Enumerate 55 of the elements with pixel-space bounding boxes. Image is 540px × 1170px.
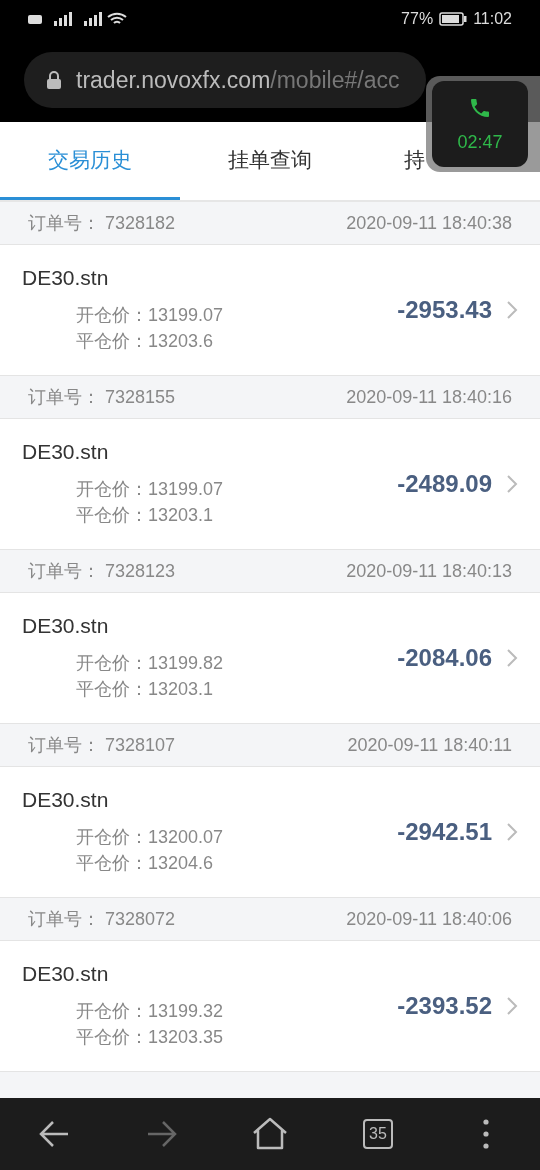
more-icon bbox=[483, 1119, 489, 1149]
home-icon bbox=[252, 1117, 288, 1151]
order-number: 订单号： 7328107 bbox=[28, 734, 176, 757]
address-bar[interactable]: trader.novoxfx.com/mobile#/acc bbox=[24, 52, 426, 108]
order-number: 订单号： 7328182 bbox=[28, 212, 176, 235]
order-row[interactable]: DE30.stn 开仓价：13199.32 平仓价：13203.35 -2393.52 bbox=[0, 941, 540, 1072]
profit: -2393.52 bbox=[397, 992, 492, 1020]
order-row[interactable]: DE30.stn 开仓价：13199.07 平仓价：13203.6 -2953.43 bbox=[0, 245, 540, 376]
symbol: DE30.stn bbox=[22, 788, 110, 812]
order-time: 2020-09-11 18:40:16 bbox=[346, 386, 512, 408]
open-price: 开仓价：13199.82 bbox=[75, 652, 225, 675]
close-price: 平仓价：13203.35 bbox=[75, 1026, 225, 1049]
open-price: 开仓价：13200.07 bbox=[75, 826, 225, 849]
symbol: DE30.stn bbox=[22, 266, 110, 290]
order-time: 2020-09-11 18:40:11 bbox=[347, 734, 512, 756]
chevron-icon bbox=[506, 474, 518, 494]
order-row[interactable]: DE30.stn 开仓价：13199.07 平仓价：13203.1 -2489.09 bbox=[0, 419, 540, 550]
open-price: 开仓价：13199.32 bbox=[75, 1000, 225, 1023]
close-price: 平仓价：13203.6 bbox=[75, 330, 215, 353]
tab[interactable]: 持 bbox=[404, 141, 425, 181]
tab[interactable]: 挂单查询 bbox=[180, 122, 360, 200]
order-row[interactable]: DE30.stn 开仓价：13200.07 平仓价：13204.6 -2942.51 bbox=[0, 767, 540, 898]
order-number: 订单号： 7328123 bbox=[28, 560, 176, 583]
profit: -2942.51 bbox=[397, 818, 492, 846]
order-number: 订单号： 7328072 bbox=[28, 908, 176, 931]
close-price: 平仓价：13203.1 bbox=[75, 504, 215, 527]
clock: 11:02 bbox=[473, 10, 512, 28]
profit: -2084.06 bbox=[397, 644, 492, 672]
tabs-button[interactable]: 35 bbox=[356, 1112, 400, 1156]
symbol: DE30.stn bbox=[22, 614, 110, 638]
symbol: DE30.stn bbox=[22, 440, 110, 464]
call-toast[interactable]: 02:47 bbox=[426, 76, 540, 172]
open-price: 开仓价：13199.07 bbox=[75, 304, 225, 327]
battery-percent: 77% bbox=[401, 10, 434, 28]
order-time: 2020-09-11 18:40:13 bbox=[346, 560, 512, 582]
battery-icon bbox=[439, 12, 468, 26]
order-number: 订单号： 7328155 bbox=[28, 386, 176, 409]
order-row[interactable]: DE30.stn 开仓价：13199.82 平仓价：13203.1 -2084.06 bbox=[0, 593, 540, 724]
back-icon bbox=[38, 1119, 70, 1149]
chevron-icon bbox=[506, 648, 518, 668]
forward-icon bbox=[146, 1119, 178, 1149]
call-duration: 02:47 bbox=[457, 131, 503, 153]
symbol: DE30.stn bbox=[22, 962, 110, 986]
network-signal-icon bbox=[28, 11, 128, 27]
open-price: 开仓价：13199.07 bbox=[75, 478, 225, 501]
profit: -2953.43 bbox=[397, 296, 492, 324]
chevron-icon bbox=[506, 996, 518, 1016]
order-time: 2020-09-11 18:40:06 bbox=[346, 908, 512, 930]
chevron-icon bbox=[506, 822, 518, 842]
profit: -2489.09 bbox=[397, 470, 492, 498]
chevron-icon bbox=[506, 300, 518, 320]
order-time: 2020-09-11 18:40:38 bbox=[346, 212, 512, 234]
close-price: 平仓价：13204.6 bbox=[75, 852, 215, 875]
close-price: 平仓价：13203.1 bbox=[75, 678, 215, 701]
lock-icon bbox=[46, 70, 62, 90]
